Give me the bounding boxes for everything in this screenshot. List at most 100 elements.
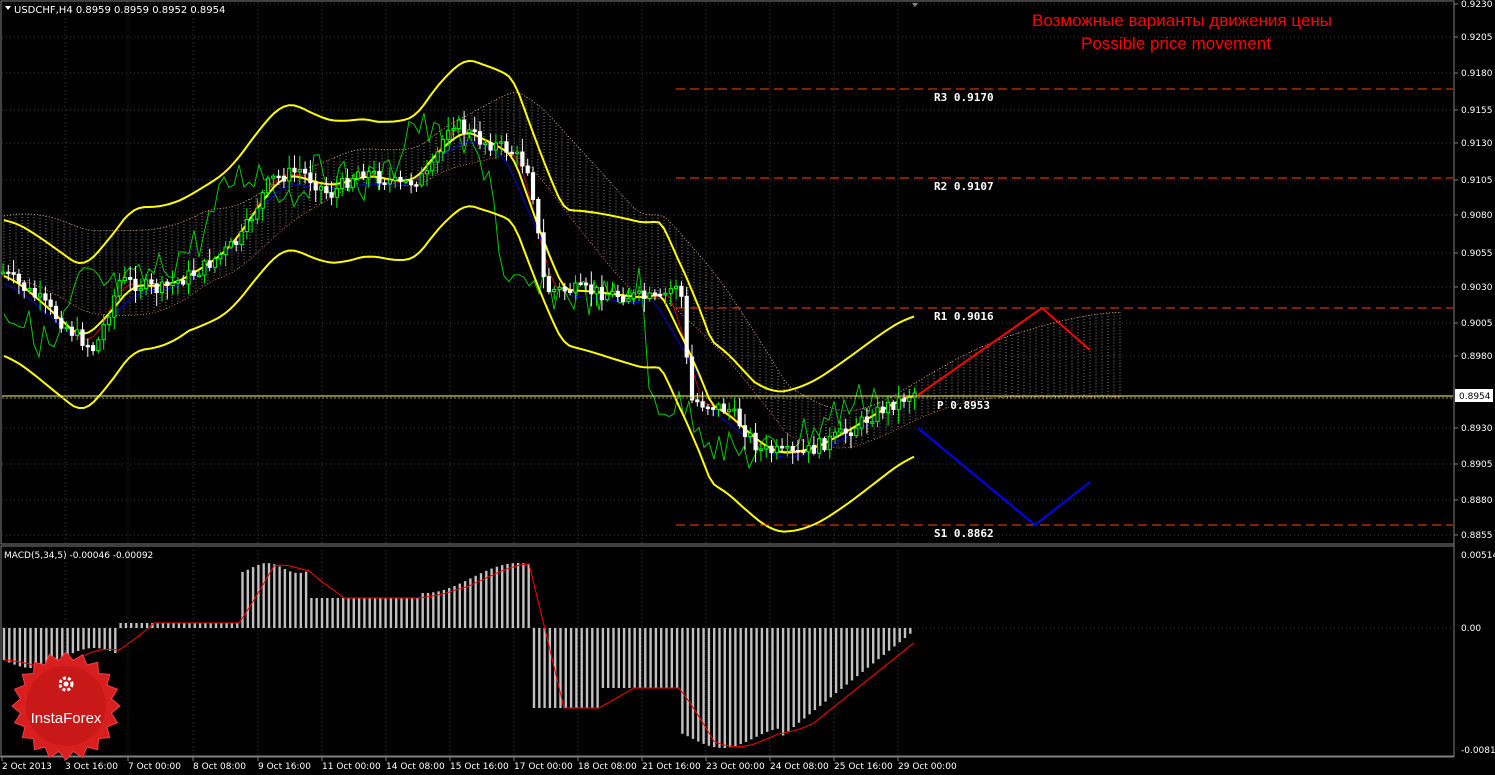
price-tick-label: 0.8855 (1461, 531, 1493, 541)
candle-body (154, 283, 159, 293)
candle-body (265, 177, 271, 194)
candle-body (711, 407, 716, 410)
candle-body (356, 171, 361, 179)
candle-body (631, 292, 636, 300)
price-tick-label: 0.9030 (1461, 283, 1493, 293)
price-tick-label: 0.9080 (1461, 211, 1493, 221)
price-tick-label: 0.8880 (1461, 496, 1493, 506)
candle-body (785, 445, 790, 449)
price-tick-label: 0.9005 (1461, 319, 1493, 329)
candle-body (493, 142, 498, 151)
candle-body (674, 285, 679, 290)
candle-body (371, 171, 377, 174)
candle-body (122, 277, 128, 281)
candle-body (621, 296, 626, 303)
candle-body (483, 142, 488, 145)
pivot-levels (2, 88, 1453, 526)
candle-body (424, 170, 430, 175)
candle-body (271, 175, 276, 179)
candle-body (159, 281, 165, 293)
shift-marker-icon[interactable] (912, 3, 918, 7)
candle-body (91, 345, 96, 352)
time-tick-label: 21 Oct 16:00 (642, 762, 701, 772)
candle-body (875, 406, 880, 423)
candle-body (504, 141, 509, 153)
time-tick-label: 17 Oct 00:00 (514, 762, 573, 772)
candle-body (689, 356, 695, 401)
dropdown-arrow-icon[interactable] (5, 6, 11, 10)
candle-body (870, 421, 875, 424)
candle-body (695, 399, 700, 403)
candle-body (774, 445, 779, 454)
candle-body (758, 448, 763, 451)
candle-body (96, 339, 101, 352)
instaforex-logo[interactable]: InstaForex (10, 652, 122, 760)
candle-body (573, 282, 578, 293)
price-tick-label: 0.9155 (1461, 106, 1493, 116)
candle-body (430, 161, 435, 172)
candle-body (568, 290, 573, 293)
level-r2-label: R2 0.9107 (934, 180, 994, 193)
time-tick-label: 7 Oct 00:00 (128, 762, 181, 772)
candle-body (795, 450, 801, 453)
candle-body (117, 279, 122, 297)
candle-body (488, 142, 493, 151)
macd-tick-label: 0.00 (1461, 624, 1481, 634)
candle-body (133, 278, 138, 291)
time-tick-label: 2 Oct 2013 (2, 762, 52, 772)
candle-body (165, 281, 170, 287)
candle-body (239, 231, 244, 246)
candle-body (663, 292, 668, 296)
candle-body (716, 403, 721, 410)
candle-body (610, 290, 615, 295)
price-tick-label: 0.8930 (1461, 424, 1493, 434)
candle-body (864, 416, 869, 423)
candle-body (175, 280, 181, 284)
price-tick-label: 0.9055 (1461, 249, 1493, 259)
chart-canvas[interactable]: USDCHF,H4 0.8959 0.8959 0.8952 0.8954 Во… (0, 0, 1495, 775)
candle-body (499, 141, 504, 144)
candle-body (520, 151, 525, 167)
macd-histogram (2, 563, 915, 748)
candle-body (737, 408, 742, 427)
candle-body (721, 403, 726, 413)
time-tick-label: 9 Oct 16:00 (258, 762, 311, 772)
candle-body (340, 178, 345, 189)
candle-body (101, 323, 106, 341)
candle-body (848, 432, 854, 437)
candle-body (647, 292, 652, 299)
candle-body (583, 282, 589, 286)
candle-body (202, 260, 207, 276)
time-tick-label: 14 Oct 08:00 (386, 762, 445, 772)
candle-body (197, 274, 202, 278)
time-tick-label: 11 Oct 00:00 (322, 762, 381, 772)
candle-body (170, 282, 175, 287)
candle-body (106, 316, 112, 325)
candle-body (260, 192, 265, 209)
candle-body (658, 293, 663, 297)
candle-body (366, 171, 371, 179)
price-axis: 0.9230 0.9205 0.9180 0.9155 0.9130 0.9105 0.90… (1454, 0, 1493, 541)
logo-emblem-icon (58, 676, 74, 692)
time-tick-label: 3 Oct 16:00 (65, 762, 118, 772)
candle-body (880, 406, 885, 414)
candle-body (207, 260, 212, 268)
candle-body (451, 128, 456, 131)
candle-body (811, 445, 816, 454)
candle-body (48, 299, 53, 307)
scenario-lines (917, 306, 1091, 527)
candle-body (32, 287, 37, 298)
candle-body (912, 392, 917, 399)
candle-body (281, 175, 286, 182)
title-ru: Возможные варианты движения цены (1032, 11, 1332, 30)
candle-body (605, 293, 610, 301)
candle-body (859, 416, 864, 429)
macd-tick-label: 0.00514 (1461, 551, 1495, 561)
candle-body (409, 180, 414, 186)
candle-body (377, 171, 382, 184)
candle-body (891, 401, 896, 410)
candle-body (144, 279, 149, 290)
candle-body (419, 173, 424, 186)
candle-body (318, 186, 324, 191)
time-tick-label: 8 Oct 08:00 (193, 762, 246, 772)
